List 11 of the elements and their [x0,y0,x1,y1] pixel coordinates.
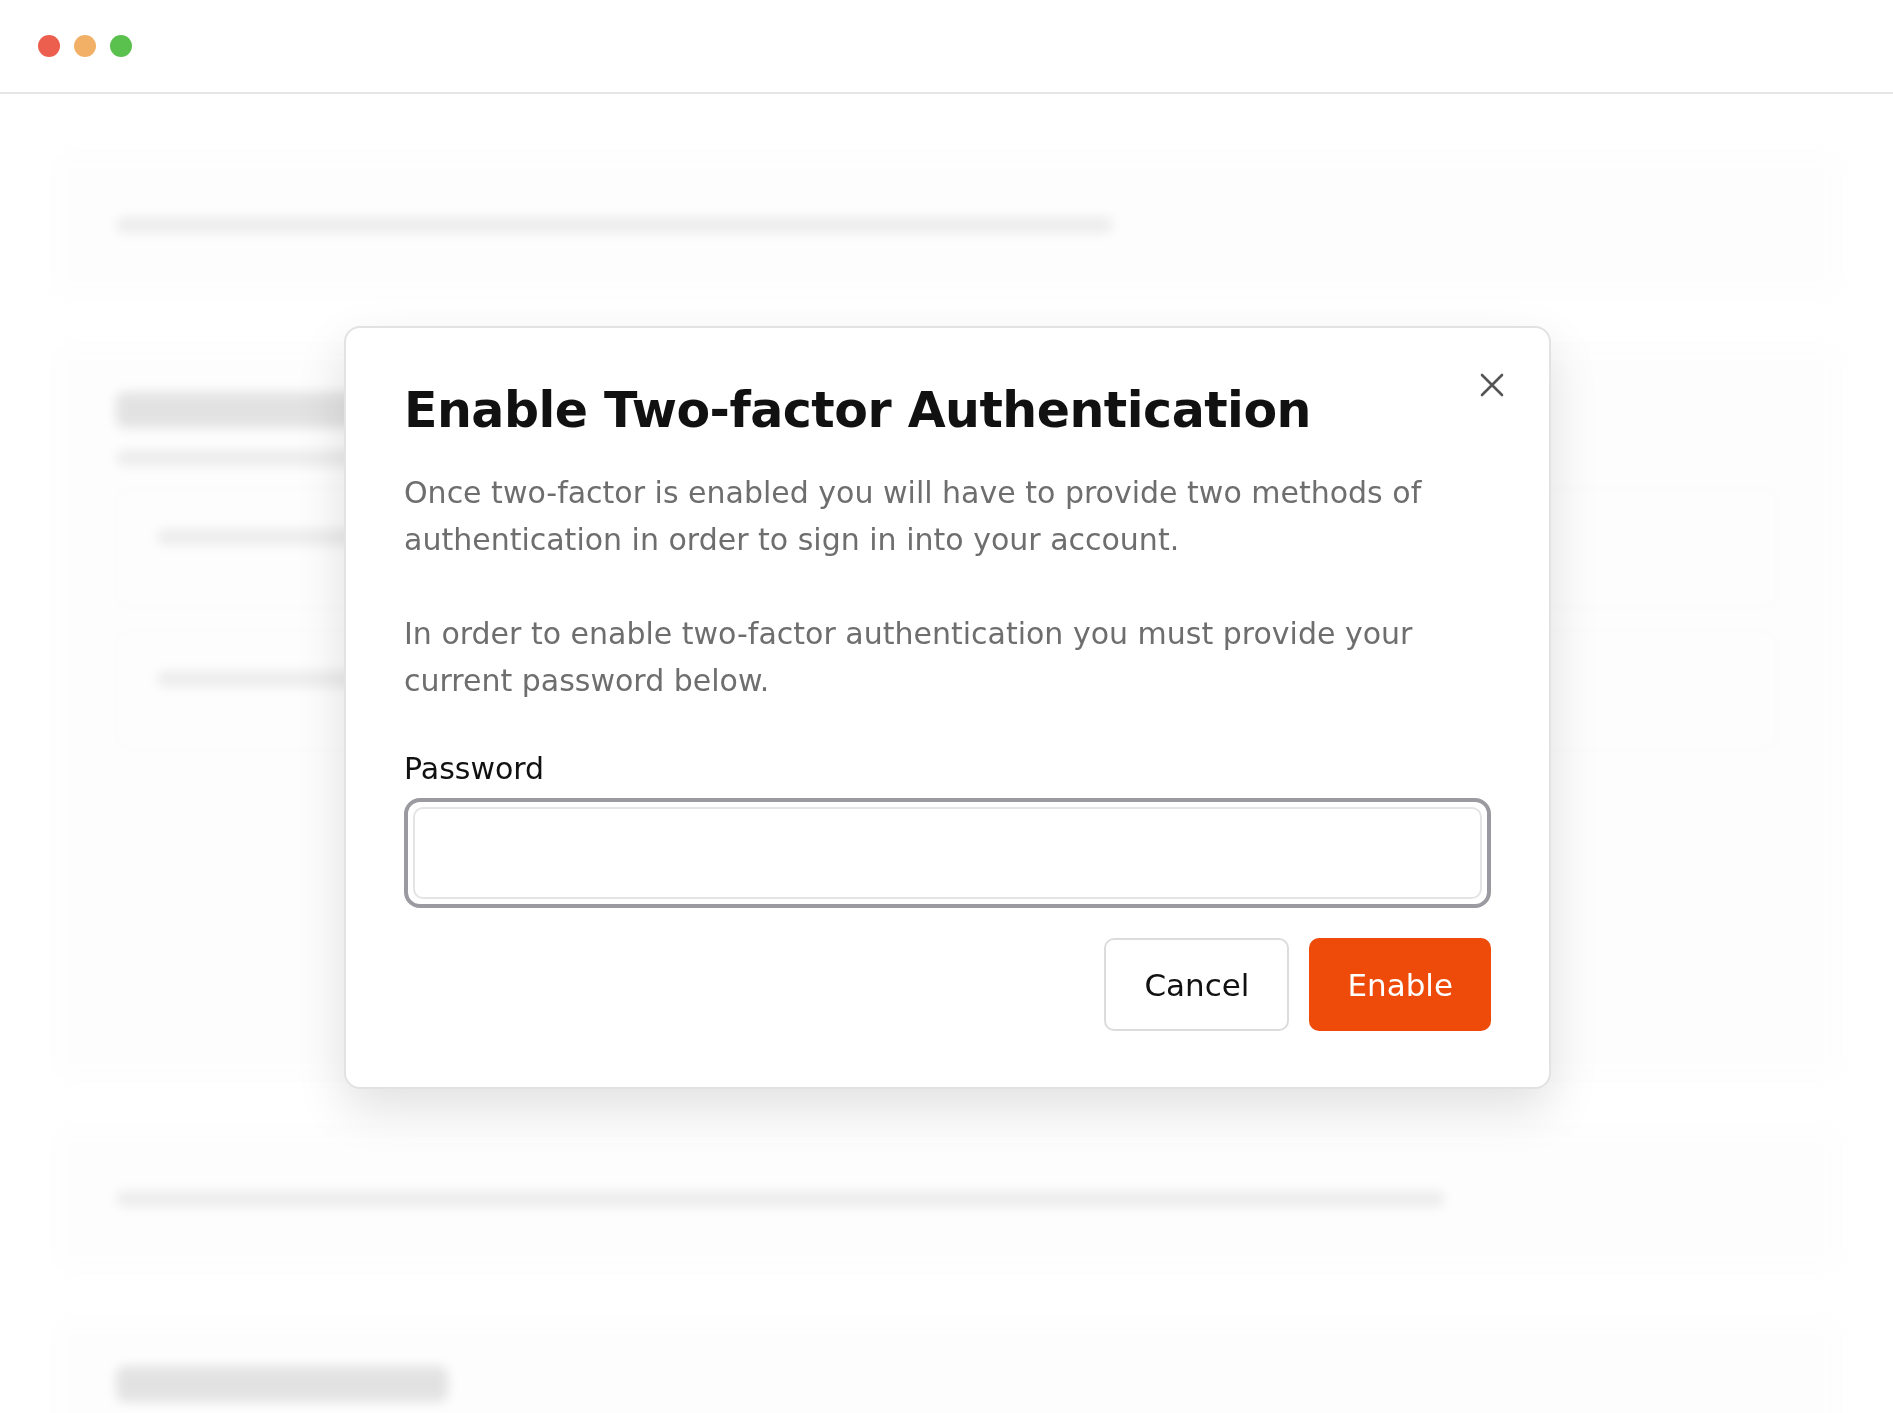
dialog-paragraph: Once two-factor is enabled you will have to provide two methods of authentication in order to sign in into your account. [404,474,1423,559]
cancel-button[interactable]: Cancel [1104,938,1290,1031]
zoom-window-icon[interactable] [110,35,132,57]
password-field[interactable] [404,798,1491,908]
close-window-icon[interactable] [38,35,60,57]
dialog-paragraph: In order to enable two-factor authentication you must provide your current password below. [404,615,1414,700]
close-icon[interactable] [1479,372,1505,398]
minimize-window-icon[interactable] [74,35,96,57]
password-label: Password [404,751,546,786]
enable-button[interactable]: Enable [1309,938,1491,1031]
dialog-title: Enable Two-factor Authentication [404,382,1312,439]
